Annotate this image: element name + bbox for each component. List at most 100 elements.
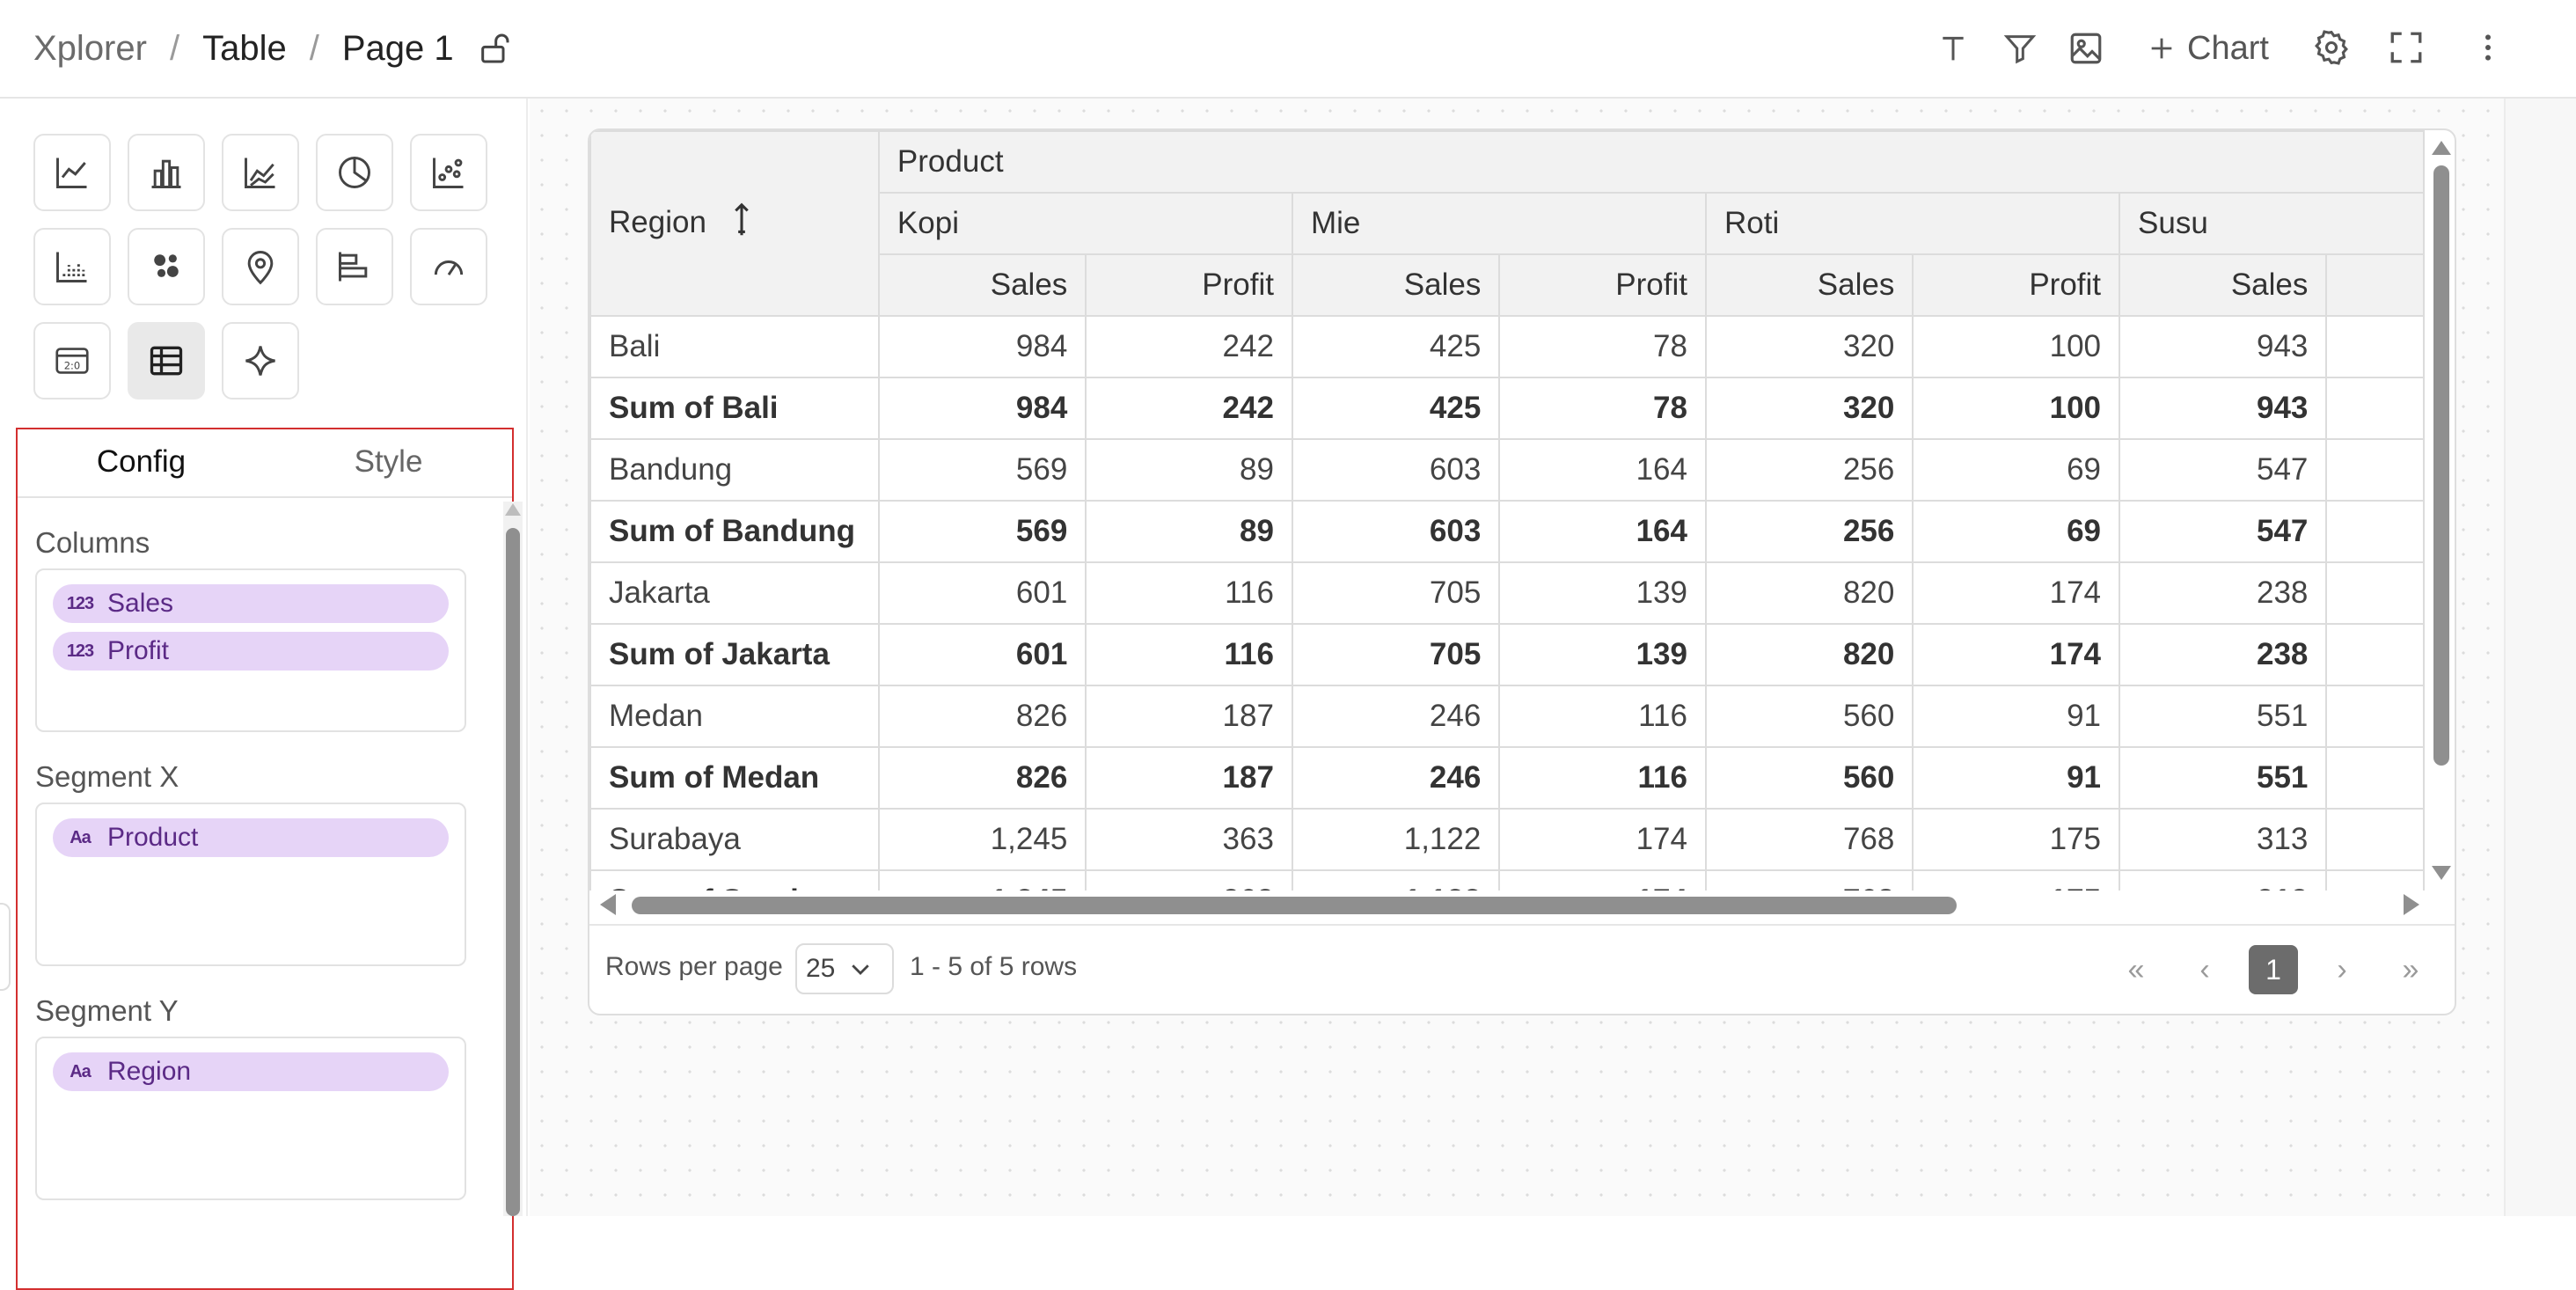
value-cell: 1,122: [1291, 808, 1501, 871]
table-row[interactable]: Medan 826 187 246 116 560 91 551: [589, 685, 2425, 748]
breadcrumb-section[interactable]: Table: [202, 29, 287, 69]
add-chart-button[interactable]: Chart: [2147, 22, 2269, 75]
sparkle-icon[interactable]: [222, 322, 299, 399]
table-row-subtotal[interactable]: Sum of Bandung 569 89 603 164 256 69 547: [589, 500, 2425, 563]
value-cell: 705: [1291, 561, 1501, 625]
first-page-button[interactable]: «: [2111, 945, 2161, 994]
fullscreen-icon[interactable]: [2388, 21, 2425, 74]
breadcrumb-page[interactable]: Page 1: [342, 29, 454, 69]
value-cell: 547: [2119, 438, 2328, 502]
row-label-cell: Bandung: [589, 438, 880, 502]
scroll-up-arrow[interactable]: [505, 503, 521, 516]
more-vertical-icon[interactable]: [2470, 21, 2506, 74]
map-pin-icon[interactable]: [222, 228, 299, 305]
scroll-left-arrow[interactable]: [600, 894, 616, 915]
table-row[interactable]: Jakarta 601 116 705 139 820 174 238: [589, 561, 2425, 625]
field-chip-product[interactable]: Aa Product: [53, 818, 449, 857]
table-row-subtotal[interactable]: Sum of Surabaya1,2453631,122174768175313: [589, 869, 2425, 891]
table-row-subtotal[interactable]: Sum of Bali 984 242 425 78 320 100 943: [589, 377, 2425, 440]
value-cell: 551: [2119, 685, 2328, 748]
gauge-icon[interactable]: [410, 228, 487, 305]
bubble-chart-icon[interactable]: [128, 228, 205, 305]
scroll-down-arrow[interactable]: [2432, 866, 2451, 880]
field-chip-region[interactable]: Aa Region: [53, 1052, 449, 1091]
table-icon[interactable]: [128, 322, 205, 399]
value-cell: 425: [1291, 315, 1501, 378]
value-cell: 820: [1704, 561, 1914, 625]
table-vertical-scrollbar[interactable]: [2428, 139, 2453, 887]
panel-collapse-handle[interactable]: [0, 903, 11, 991]
value-cell: 569: [877, 438, 1087, 502]
segment-y-dropzone[interactable]: Aa Region: [35, 1037, 466, 1200]
bar-chart-icon[interactable]: [128, 134, 205, 211]
scatter-chart-icon[interactable]: [410, 134, 487, 211]
value-cell: 187: [1085, 746, 1293, 810]
table-row-subtotal[interactable]: Sum of Medan 826 187 246 116 560 91 551: [589, 746, 2425, 810]
value-cell: 768: [1704, 808, 1914, 871]
plus-icon: [2151, 38, 2172, 59]
value-cell: 116: [1498, 746, 1707, 810]
region-column-header[interactable]: Region: [589, 130, 880, 317]
scroll-right-arrow[interactable]: [2404, 894, 2419, 915]
measure-header: Sales: [877, 253, 1087, 317]
product-header-roti: Roti: [1704, 192, 2121, 255]
filter-icon[interactable]: [2002, 22, 2038, 75]
table-row-subtotal[interactable]: Sum of Jakarta 601 116 705 139 820 174 238: [589, 623, 2425, 686]
columns-dropzone[interactable]: 123 Sales 123 Profit: [35, 568, 466, 732]
last-page-button[interactable]: »: [2386, 945, 2435, 994]
tab-style[interactable]: Style: [265, 429, 512, 496]
sort-icon[interactable]: [731, 200, 752, 248]
chevron-down-icon: [852, 964, 870, 975]
value-cell: 551: [2119, 746, 2328, 810]
numeric-type-icon: 123: [66, 593, 94, 613]
overflow-cell: [2325, 315, 2425, 378]
table-row[interactable]: Bandung 569 89 603 164 256 69 547: [589, 438, 2425, 502]
histogram-icon[interactable]: [33, 228, 111, 305]
overflow-cell: [2325, 623, 2425, 686]
value-cell: 238: [2119, 623, 2328, 686]
row-label-cell: Surabaya: [589, 808, 880, 871]
table-row[interactable]: Surabaya 1,245 363 1,122 174 768 175 313: [589, 808, 2425, 871]
field-chip-profit[interactable]: 123 Profit: [53, 632, 449, 671]
image-icon[interactable]: [2067, 22, 2104, 75]
table-horizontal-scrollbar[interactable]: [596, 891, 2426, 919]
value-cell: 425: [1291, 377, 1501, 440]
value-cell: 69: [1912, 500, 2121, 563]
breadcrumb-app[interactable]: Xplorer: [33, 29, 147, 69]
overflow-cell: [2325, 746, 2425, 810]
page-button-current[interactable]: 1: [2249, 945, 2298, 994]
row-range-text: 1 - 5 of 5 rows: [910, 952, 1078, 981]
area-chart-icon[interactable]: [222, 134, 299, 211]
pie-chart-icon[interactable]: [316, 134, 393, 211]
field-chip-sales[interactable]: 123 Sales: [53, 584, 449, 623]
scrollbar-thumb[interactable]: [632, 897, 1957, 914]
value-cell: 603: [1291, 500, 1501, 563]
pagination-bar: Rows per page 25 1 - 5 of 5 rows « ‹ 1 ›…: [589, 924, 2455, 1014]
segment-x-dropzone[interactable]: Aa Product: [35, 803, 466, 966]
next-page-button[interactable]: ›: [2317, 945, 2367, 994]
rows-per-page-select[interactable]: 25: [795, 943, 894, 994]
product-header-susu: Susu: [2119, 192, 2425, 255]
value-cell: 547: [2119, 500, 2328, 563]
overflow-cell: [2325, 377, 2425, 440]
text-tool-icon[interactable]: [1936, 22, 1971, 75]
scrollbar-thumb[interactable]: [506, 528, 520, 1216]
field-chip-label: Profit: [107, 636, 170, 665]
scrollbar-thumb[interactable]: [2433, 165, 2449, 766]
tab-config[interactable]: Config: [18, 429, 265, 496]
row-label-cell: Jakarta: [589, 561, 880, 625]
value-cell: 826: [877, 685, 1087, 748]
prev-page-button[interactable]: ‹: [2180, 945, 2229, 994]
value-cell: 187: [1085, 685, 1293, 748]
gear-icon[interactable]: [2312, 21, 2351, 74]
unlock-icon[interactable]: [477, 31, 512, 66]
pivot-table-viewport: Region Product Kopi Mie Roti Susu Sales …: [589, 130, 2425, 891]
line-chart-icon[interactable]: [33, 134, 111, 211]
region-header-label: Region: [609, 204, 706, 239]
scorecard-icon[interactable]: 2:0: [33, 322, 111, 399]
table-row[interactable]: Bali 984 242 425 78 320 100 943: [589, 315, 2425, 378]
field-chip-label: Sales: [107, 589, 174, 618]
scroll-up-arrow[interactable]: [2432, 141, 2451, 155]
horizontal-bar-icon[interactable]: [316, 228, 393, 305]
sidebar-scrollbar[interactable]: [503, 502, 523, 1216]
